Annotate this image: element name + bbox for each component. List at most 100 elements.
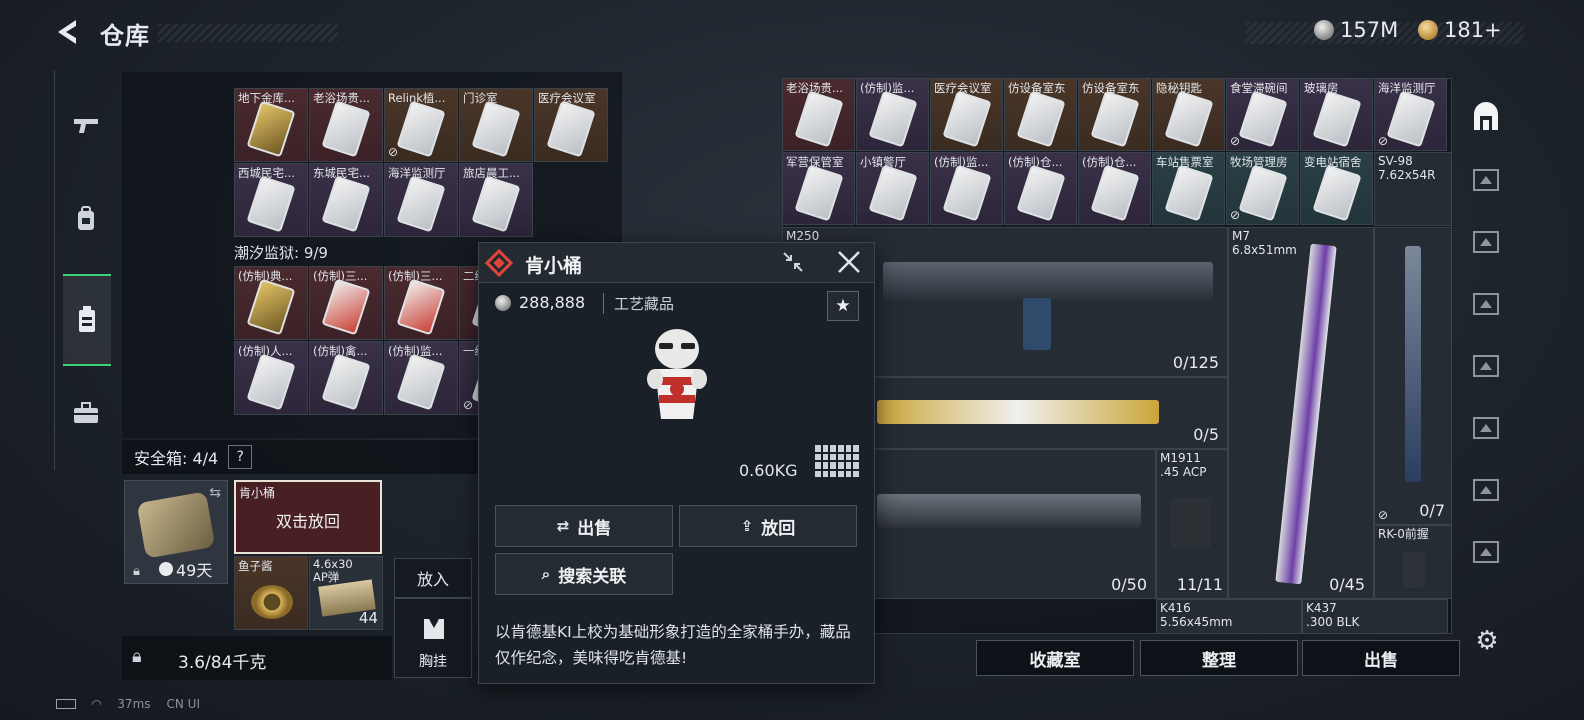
briefcase-icon[interactable] — [63, 390, 109, 436]
double-click-return-hint: 双击放回 — [275, 512, 340, 531]
stash-cell[interactable]: 东城民宅... — [309, 163, 383, 237]
ammo-item[interactable]: 4.6x30 AP弹 44 — [309, 556, 383, 630]
storage-cell[interactable]: (仿制)仓... — [1004, 152, 1077, 225]
no-trade-icon: ⊘ — [1378, 508, 1389, 522]
sv98-slot[interactable]: ⊘ 0/7 — [1374, 227, 1452, 525]
keycard-icon — [396, 175, 446, 233]
mg-count: 0/50 — [1111, 575, 1147, 594]
keycard-icon — [396, 278, 446, 336]
lock-icon: 🔒︎ — [133, 564, 140, 579]
stash-cell[interactable]: Relink植... ⊘ — [384, 88, 458, 162]
ping-value: 37ms — [117, 697, 151, 711]
vest-slot[interactable]: 胸挂 — [394, 598, 472, 678]
storage-cell[interactable]: 军营保管室 — [782, 152, 855, 225]
stash-cell[interactable]: 医疗会议室 — [534, 88, 608, 162]
storage-cell[interactable]: 车站售票室 — [1152, 152, 1225, 225]
collapse-icon[interactable] — [781, 251, 805, 275]
keycard-icon — [396, 100, 446, 158]
keycard-icon — [471, 100, 521, 158]
storage-cell[interactable]: (仿制)监... — [856, 78, 929, 151]
return-button[interactable]: ⇪ 放回 — [679, 505, 857, 547]
no-trade-icon: ⊘ — [1230, 134, 1241, 148]
back-icon[interactable] — [54, 18, 82, 46]
m1911-count: 11/11 — [1176, 575, 1223, 594]
rk0-slot[interactable]: RK-0前握 — [1374, 525, 1452, 599]
storage-cell[interactable]: 老浴场贵... — [782, 78, 855, 151]
no-trade-icon: ⊘ — [463, 398, 474, 412]
safe-case[interactable]: ⇆ 🔒︎ 49天 — [124, 480, 228, 584]
storage-cell[interactable]: 玻璃房 — [1300, 78, 1373, 151]
tab-i-icon[interactable] — [1466, 160, 1506, 200]
m7-slot[interactable]: M7 6.8x51mm 0/45 — [1228, 227, 1374, 599]
keycard-icon — [321, 278, 371, 336]
m7-image — [1275, 243, 1337, 585]
keycard-icon — [793, 164, 844, 222]
tab-iii-icon[interactable] — [1466, 346, 1506, 386]
pistol-icon[interactable] — [63, 102, 109, 148]
caviar-item[interactable]: 鱼子酱 — [234, 556, 308, 630]
storage-cell[interactable]: (仿制)监... — [930, 152, 1003, 225]
organize-button[interactable]: 整理 — [1140, 640, 1298, 676]
keycard-icon — [1311, 164, 1362, 222]
keycard-icon — [1311, 90, 1362, 148]
swap-icon[interactable]: ⇆ — [209, 485, 221, 501]
k416-slot[interactable]: K416 5.56x45mm — [1156, 599, 1302, 634]
m1911-slot[interactable]: M1911 .45 ACP 11/11 — [1156, 449, 1228, 599]
stash-cell[interactable]: (仿制)监... — [384, 341, 458, 415]
storage-cell[interactable]: 牧场管理房 ⊘ — [1226, 152, 1299, 225]
m250-count: 0/125 — [1172, 353, 1219, 372]
stash-cell[interactable]: (仿制)禽... — [309, 341, 383, 415]
gear-icon[interactable]: ⚙ — [1470, 626, 1504, 660]
gold-coin-icon — [1418, 20, 1438, 40]
favorite-star-button[interactable]: ★ — [827, 291, 859, 321]
storage-cell[interactable]: 食堂滞碗间 ⊘ — [1226, 78, 1299, 151]
bucket-slot[interactable]: 肯小桶 双击放回 — [234, 480, 382, 554]
storage-cell[interactable]: 海洋监测厅 ⊘ — [1374, 78, 1447, 151]
sv98-ammo-slot[interactable]: SV-98 7.62x54R — [1374, 152, 1452, 226]
storage-cell[interactable]: 医疗会议室 — [930, 78, 1003, 151]
keycard-icon — [793, 90, 844, 148]
storage-cell[interactable]: 变电站宿舍 — [1300, 152, 1373, 225]
search-related-button[interactable]: ⌕ 搜索关联 — [495, 553, 673, 595]
stash-cell[interactable]: 西城民宅... — [234, 163, 308, 237]
case-duration: 49天 — [159, 557, 212, 581]
stash-cell[interactable]: (仿制)三... — [309, 266, 383, 340]
sell-all-button[interactable]: 出售 — [1302, 640, 1460, 676]
stash-cell[interactable]: (仿制)人... — [234, 341, 308, 415]
stash-cell[interactable]: 旅店晨工... — [459, 163, 533, 237]
storage-cell[interactable]: 小镇警厅 — [856, 152, 929, 225]
stash-cell[interactable]: 海洋监测厅 — [384, 163, 458, 237]
stash-cell[interactable]: 地下金库... — [234, 88, 308, 162]
stash-cell[interactable]: 门诊室 — [459, 88, 533, 162]
gold-amount: 181+ — [1444, 18, 1502, 42]
stash-cell[interactable]: (仿制)典... — [234, 266, 308, 340]
tab-iii-icon[interactable] — [1466, 408, 1506, 448]
keycard-icon — [867, 164, 918, 222]
put-in-button[interactable]: 放入 — [394, 558, 472, 598]
k437-slot[interactable]: K437 .300 BLK — [1302, 599, 1448, 634]
collection-room-button[interactable]: 收藏室 — [976, 640, 1134, 676]
storage-cell[interactable]: 仿设备室东 — [1004, 78, 1077, 151]
popup-price: 288,888 — [495, 293, 585, 312]
storage-cell[interactable]: (仿制)仓... — [1078, 152, 1151, 225]
tab-iv-icon[interactable] — [1466, 470, 1506, 510]
backpack-icon[interactable] — [63, 196, 109, 242]
vest-icon[interactable] — [63, 274, 111, 366]
sniper-count: 0/5 — [1193, 425, 1219, 444]
tab-iv-icon[interactable] — [1466, 532, 1506, 572]
close-icon[interactable] — [835, 249, 863, 277]
caviar-label: 鱼子酱 — [238, 559, 273, 573]
storage-icon[interactable] — [1466, 98, 1506, 138]
keycard-icon — [1015, 164, 1066, 222]
sell-button[interactable]: ⇄ 出售 — [495, 505, 673, 547]
tab-ii-icon[interactable] — [1466, 222, 1506, 262]
tab-iii-icon[interactable] — [1466, 284, 1506, 324]
stash-cell[interactable]: (仿制)三... — [384, 266, 458, 340]
m1911-name: M1911 .45 ACP — [1160, 451, 1207, 479]
storage-cell[interactable]: 隐秘钥匙 — [1152, 78, 1225, 151]
help-icon[interactable]: ? — [228, 445, 253, 469]
rarity-diamond-icon — [484, 248, 514, 278]
stash-cell[interactable]: 老浴场贵... — [309, 88, 383, 162]
storage-cell[interactable]: 仿设备室东 — [1078, 78, 1151, 151]
keycard-icon — [1163, 90, 1214, 148]
